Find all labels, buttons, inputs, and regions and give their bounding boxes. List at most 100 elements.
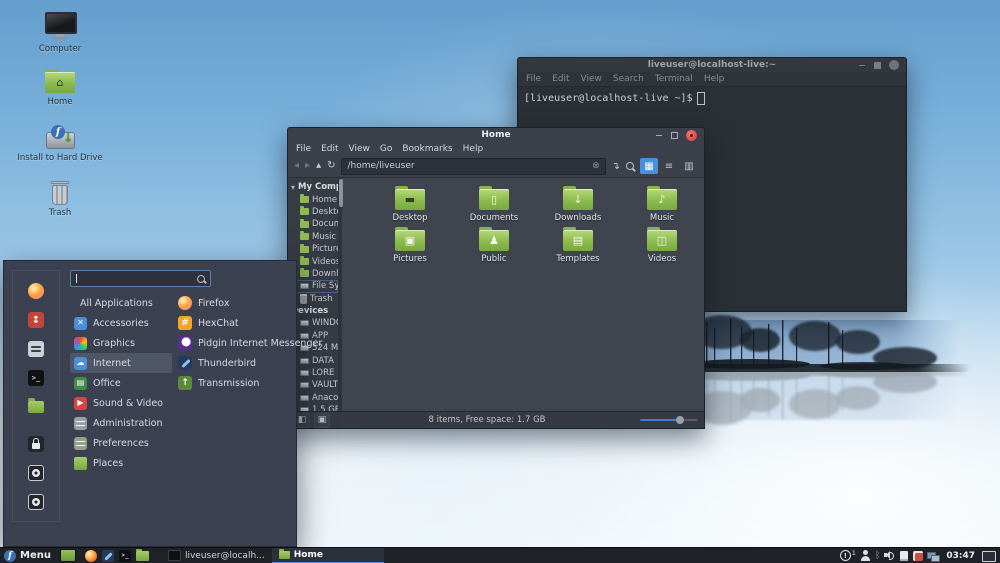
sidebar-scrollbar[interactable]	[337, 178, 343, 411]
app-item-thunderbird[interactable]: Thunderbird	[174, 353, 294, 373]
menu-item-file[interactable]: File	[526, 74, 541, 84]
menu-button[interactable]: Menu	[20, 550, 51, 561]
zoom-slider[interactable]	[640, 415, 698, 425]
dual-pane-toggle-icon[interactable]: ▣	[314, 412, 330, 428]
file-manager-launcher-icon[interactable]	[135, 549, 149, 561]
icon-view-button[interactable]: ▦	[640, 158, 658, 174]
menu-item-bookmarks[interactable]: Bookmarks	[402, 144, 452, 154]
shutdown-gear-icon[interactable]	[28, 494, 44, 510]
terminal-output[interactable]: [liveuser@localhost-live ~]$	[518, 87, 906, 110]
file-manager-icon[interactable]	[28, 398, 44, 413]
up-icon[interactable]: ▴	[316, 161, 321, 171]
settings-icon[interactable]	[28, 341, 44, 357]
clipboard-icon[interactable]	[900, 550, 909, 561]
terminal-titlebar[interactable]: liveuser@localhost-live:~	[518, 58, 906, 72]
forward-icon[interactable]: ▸	[305, 161, 310, 171]
new-tab-icon[interactable]: ↴	[612, 161, 620, 172]
folder-item-public[interactable]: ♟ Public	[452, 227, 536, 268]
category-office[interactable]: ▤ Office	[70, 373, 172, 393]
folder-item-documents[interactable]: ▯ Documents	[452, 186, 536, 227]
app-item-firefox[interactable]: Firefox	[174, 293, 294, 313]
office-icon: ▤	[74, 376, 87, 390]
thunderbird-launcher-icon[interactable]	[101, 549, 114, 562]
refresh-icon[interactable]: ↻	[327, 161, 335, 171]
menu-item-terminal[interactable]: Terminal	[655, 74, 693, 84]
menu-item-edit[interactable]: Edit	[552, 74, 569, 84]
compact-view-button[interactable]: ▥	[680, 158, 698, 174]
terminal-icon[interactable]: >_	[28, 370, 44, 386]
close-icon[interactable]	[889, 60, 899, 70]
path-input[interactable]: /home/liveuser ⊗	[341, 157, 606, 175]
menu-item-view[interactable]: View	[349, 144, 370, 154]
menu-item-help[interactable]: Help	[463, 144, 484, 154]
app-item-pidgin[interactable]: Pidgin Internet Messenger	[174, 333, 322, 353]
category-sound-video[interactable]: ▶ Sound & Video	[70, 393, 172, 413]
folder-item-downloads[interactable]: ↓ Downloads	[536, 186, 620, 227]
display-settings-icon[interactable]	[982, 550, 996, 562]
sidebar-root[interactable]: ▾My Computer	[288, 181, 338, 193]
chevron-down-icon[interactable]: ▾	[291, 183, 295, 192]
folder-icon: ▣	[395, 227, 425, 251]
category-places[interactable]: Places	[70, 453, 172, 473]
app-item-hexchat[interactable]: # HexChat	[174, 313, 294, 333]
category-accessories[interactable]: ✕ Accessories	[70, 313, 172, 333]
volume-icon[interactable]	[884, 550, 895, 561]
firefox-launcher-icon[interactable]	[84, 549, 97, 562]
category-graphics[interactable]: Graphics	[70, 333, 172, 353]
menu-item-view[interactable]: View	[581, 74, 602, 84]
desktop-icon-trash[interactable]: Trash	[20, 181, 100, 218]
desktop-icon-install[interactable]: f ↓ Install to Hard Drive	[17, 125, 103, 163]
file-manager-toolbar: ◂ ▸ ▴ ↻ /home/liveuser ⊗ ↴ ▦ ≡ ▥	[288, 155, 704, 178]
lock-screen-icon[interactable]	[28, 436, 44, 452]
fedora-menu-icon[interactable]: f	[4, 549, 16, 562]
app-item-transmission[interactable]: ↑ Transmission	[174, 373, 294, 393]
sidebar-item-music[interactable]: Music	[288, 231, 338, 243]
sidebar-item-home[interactable]: Home	[288, 193, 338, 205]
network-icon[interactable]	[927, 551, 941, 562]
user-switcher-icon[interactable]	[860, 550, 871, 561]
minimize-icon[interactable]	[857, 61, 866, 70]
bluetooth-icon[interactable]: ᛒ	[875, 551, 880, 561]
updates-tray-icon[interactable]	[913, 550, 924, 561]
sidebar-item-pictures[interactable]: Pictures	[288, 243, 338, 255]
category-administration[interactable]: Administration	[70, 413, 172, 433]
back-icon[interactable]: ◂	[294, 161, 299, 171]
folder-item-music[interactable]: ♪ Music	[620, 186, 704, 227]
sidebar-item-documents[interactable]: Documents	[288, 218, 338, 230]
menu-item-edit[interactable]: Edit	[321, 144, 338, 154]
menu-item-help[interactable]: Help	[704, 74, 725, 84]
desktop-pager[interactable]	[59, 549, 76, 562]
firefox-icon[interactable]	[28, 283, 44, 299]
category-internet[interactable]: ☁ Internet	[70, 353, 172, 373]
file-manager-titlebar[interactable]: Home	[288, 128, 704, 142]
category-all-applications[interactable]: All Applications	[70, 293, 172, 313]
taskbar-task-home[interactable]: Home	[271, 547, 384, 563]
folder-item-desktop[interactable]: ▬ Desktop	[368, 186, 452, 227]
maximize-icon[interactable]	[670, 131, 679, 140]
menu-item-search[interactable]: Search	[613, 74, 644, 84]
category-preferences[interactable]: Preferences	[70, 433, 172, 453]
taskbar-task-terminal[interactable]: liveuser@localh...	[161, 548, 272, 563]
menu-item-file[interactable]: File	[296, 144, 311, 154]
minimize-icon[interactable]	[654, 131, 663, 140]
clear-path-icon[interactable]: ⊗	[592, 161, 600, 171]
desktop-icon-home[interactable]: ⌂ Home	[20, 69, 100, 107]
list-view-button[interactable]: ≡	[660, 158, 678, 174]
notification-icon[interactable]: !	[839, 550, 851, 561]
settings-gear-icon[interactable]	[28, 465, 44, 481]
software-updates-icon[interactable]: ↕	[28, 312, 44, 328]
menu-search-input[interactable]	[70, 270, 211, 287]
slider-knob[interactable]	[676, 416, 684, 424]
sidebar-item-desktop[interactable]: Desktop	[288, 206, 338, 218]
folder-item-pictures[interactable]: ▣ Pictures	[368, 227, 452, 268]
menu-item-go[interactable]: Go	[380, 144, 392, 154]
scrollbar-thumb[interactable]	[338, 179, 343, 207]
terminal-launcher-icon[interactable]: >_	[118, 549, 131, 562]
folder-item-videos[interactable]: ◫ Videos	[620, 227, 704, 268]
search-icon[interactable]	[626, 162, 634, 170]
close-icon[interactable]	[686, 129, 697, 141]
clock[interactable]: 03:47	[946, 551, 975, 561]
folder-item-templates[interactable]: ▤ Templates	[536, 227, 620, 268]
desktop-icon-computer[interactable]: Computer	[20, 12, 100, 54]
maximize-icon[interactable]	[873, 61, 882, 70]
